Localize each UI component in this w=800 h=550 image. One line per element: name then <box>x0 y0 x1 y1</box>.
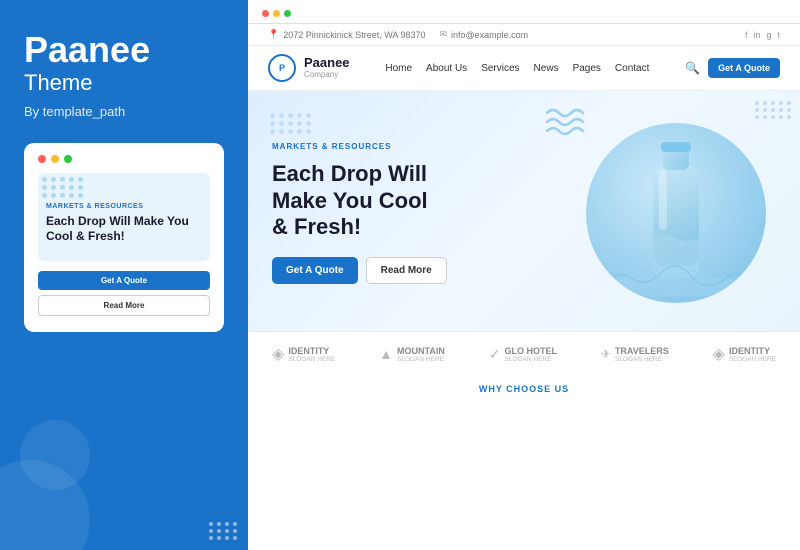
hero-get-quote-button[interactable]: Get A Quote <box>272 257 358 284</box>
browser-mockup: 📍 2072 Pinnickinick Street, WA 98370 ✉ i… <box>248 0 800 550</box>
location-icon: 📍 <box>268 29 279 40</box>
decorative-dots-bottom <box>209 522 238 540</box>
logo-desc: Company <box>304 71 350 80</box>
browser-dot-yellow <box>273 10 280 17</box>
brand-slogan-4: SLOGAN HERE <box>615 356 669 363</box>
window-dot-yellow <box>51 155 59 163</box>
hero-right-image <box>576 123 776 303</box>
facebook-icon[interactable]: f <box>745 30 748 40</box>
browser-dot-green <box>284 10 291 17</box>
water-bottle-circle <box>586 123 766 303</box>
nav-home[interactable]: Home <box>385 63 412 74</box>
google-icon[interactable]: g <box>766 30 771 40</box>
brand-subtitle: Theme <box>24 70 224 96</box>
why-choose-section: WHY CHOOSE US <box>248 376 800 402</box>
nav-contact[interactable]: Contact <box>615 63 649 74</box>
browser-dot-red <box>262 10 269 17</box>
brand-slogan-3: SLOGAN HERE <box>504 356 557 363</box>
brand-icon-1: ◈ <box>272 344 284 364</box>
site-navbar: P Paanee Company Home About Us Services … <box>248 46 800 91</box>
brand-name-5: IDENTITY <box>729 346 776 356</box>
mini-hero-heading: Each Drop Will Make You Cool & Fresh! <box>46 214 202 245</box>
brand-identity-2: ◈ IDENTITY SLOGAN HERE <box>713 344 776 364</box>
brand-title: Paanee <box>24 30 224 70</box>
get-quote-button[interactable]: Get A Quote <box>708 58 780 78</box>
email-icon: ✉ <box>439 29 447 40</box>
brand-travelers: ✈ TRAVELERS SLOGAN HERE <box>601 346 669 363</box>
logo-area: P Paanee Company <box>268 54 350 82</box>
nav-pages[interactable]: Pages <box>573 63 601 74</box>
hero-section: MARKETS & RESOURCES Each Drop Will Make … <box>248 91 800 331</box>
linkedin-icon[interactable]: in <box>753 30 760 40</box>
brand-icon-5: ◈ <box>713 344 725 364</box>
nav-news[interactable]: News <box>534 63 559 74</box>
nav-actions: 🔍 Get A Quote <box>685 58 780 78</box>
browser-chrome <box>248 0 800 24</box>
twitter-icon[interactable]: t <box>777 30 780 40</box>
hero-read-more-button[interactable]: Read More <box>366 257 447 284</box>
brand-slogan-5: SLOGAN HERE <box>729 356 776 363</box>
hero-tag: MARKETS & RESOURCES <box>272 142 472 151</box>
topbar-email: ✉ info@example.com <box>439 29 528 40</box>
brand-icon-4: ✈ <box>601 347 611 361</box>
brand-glo-hotel: ✓ GLO HOTEL SLOGAN HERE <box>489 346 557 363</box>
site-topbar: 📍 2072 Pinnickinick Street, WA 98370 ✉ i… <box>248 24 800 46</box>
brand-name-3: GLO HOTEL <box>504 346 557 356</box>
mini-read-more-button[interactable]: Read More <box>38 295 210 316</box>
brand-mountain: ▲ MOUNTAIN SLOGAN HERE <box>379 346 445 363</box>
brands-section: ◈ IDENTITY SLOGAN HERE ▲ MOUNTAIN SLOGAN… <box>248 331 800 376</box>
nav-links: Home About Us Services News Pages Contac… <box>385 63 649 74</box>
social-links[interactable]: f in g t <box>745 30 780 40</box>
brand-icon-2: ▲ <box>379 346 393 362</box>
topbar-address: 📍 2072 Pinnickinick Street, WA 98370 <box>268 29 425 40</box>
window-dot-red <box>38 155 46 163</box>
hero-dots-left <box>270 113 312 134</box>
brand-slogan-1: SLOGAN HERE <box>288 356 335 363</box>
hero-heading: Each Drop Will Make You Cool & Fresh! <box>272 161 472 240</box>
mini-hero-bg: MARKETS & RESOURCES Each Drop Will Make … <box>38 173 210 261</box>
brand-slogan-2: SLOGAN HERE <box>397 356 445 363</box>
brand-icon-3: ✓ <box>489 346 501 363</box>
brand-name-1: IDENTITY <box>288 346 335 356</box>
logo-icon: P <box>268 54 296 82</box>
brand-name-4: TRAVELERS <box>615 346 669 356</box>
browser-window-dots <box>262 10 291 17</box>
mini-get-quote-button[interactable]: Get A Quote <box>38 271 210 290</box>
nav-services[interactable]: Services <box>481 63 519 74</box>
brand-identity-1: ◈ IDENTITY SLOGAN HERE <box>272 344 335 364</box>
hero-left-content: MARKETS & RESOURCES Each Drop Will Make … <box>272 142 472 283</box>
mini-preview-card: MARKETS & RESOURCES Each Drop Will Make … <box>24 143 224 332</box>
deco-circle-small <box>20 420 90 490</box>
brand-name-2: MOUNTAIN <box>397 346 445 356</box>
logo-name: Paanee <box>304 56 350 70</box>
search-icon[interactable]: 🔍 <box>685 61 700 75</box>
hero-buttons: Get A Quote Read More <box>272 257 472 284</box>
left-panel: Paanee Theme By template_path MARKETS & … <box>0 0 248 550</box>
why-choose-title: WHY CHOOSE US <box>272 384 776 394</box>
hero-dots-top-right <box>755 101 792 119</box>
mini-markets-tag: MARKETS & RESOURCES <box>46 203 202 210</box>
website-content: 📍 2072 Pinnickinick Street, WA 98370 ✉ i… <box>248 24 800 550</box>
nav-about[interactable]: About Us <box>426 63 467 74</box>
brand-author: By template_path <box>24 104 224 119</box>
window-dot-green <box>64 155 72 163</box>
